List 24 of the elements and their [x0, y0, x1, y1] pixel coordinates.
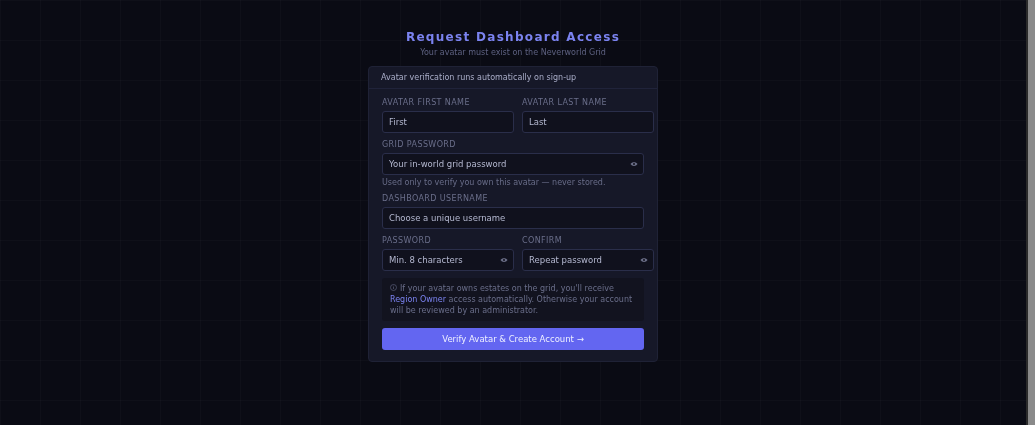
- field-label: AVATAR LAST NAME: [522, 98, 609, 107]
- submit-button[interactable]: Verify Avatar & Create Account →: [382, 328, 644, 350]
- field-hint: Used only to verify you own this avatar — never stored.: [382, 178, 607, 187]
- input-field[interactable]: Choose a unique username: [382, 207, 644, 229]
- page-subtitle: Your avatar must exist on the Neverworld Grid: [420, 48, 606, 57]
- input-field[interactable]: Your in-world grid password: [382, 153, 644, 175]
- input-field[interactable]: Last: [522, 111, 654, 133]
- info-note: If your avatar owns estates on the grid, you'll receive Region Owner access automatically. Otherwise your account will be reviewed by an administrator.: [382, 278, 644, 321]
- field-label: DASHBOARD USERNAME: [382, 194, 489, 203]
- input-field[interactable]: Min. 8 characters: [382, 249, 514, 271]
- field-label: GRID PASSWORD: [382, 140, 457, 149]
- eye-icon[interactable]: [640, 257, 648, 263]
- scrollbar[interactable]: [1026, 0, 1035, 425]
- input-field[interactable]: Repeat password: [522, 249, 654, 271]
- info-icon: [390, 284, 397, 291]
- card-notice: Avatar verification runs automatically on sign-up: [369, 67, 657, 89]
- eye-icon[interactable]: [500, 257, 508, 263]
- field-label: AVATAR FIRST NAME: [382, 98, 471, 107]
- field-label: CONFIRM: [522, 236, 564, 245]
- input-field[interactable]: First: [382, 111, 514, 133]
- page-title: Request Dashboard Access: [405, 30, 621, 44]
- eye-icon[interactable]: [630, 161, 638, 167]
- role-link[interactable]: Region Owner: [390, 295, 447, 304]
- field-label: PASSWORD: [382, 236, 433, 245]
